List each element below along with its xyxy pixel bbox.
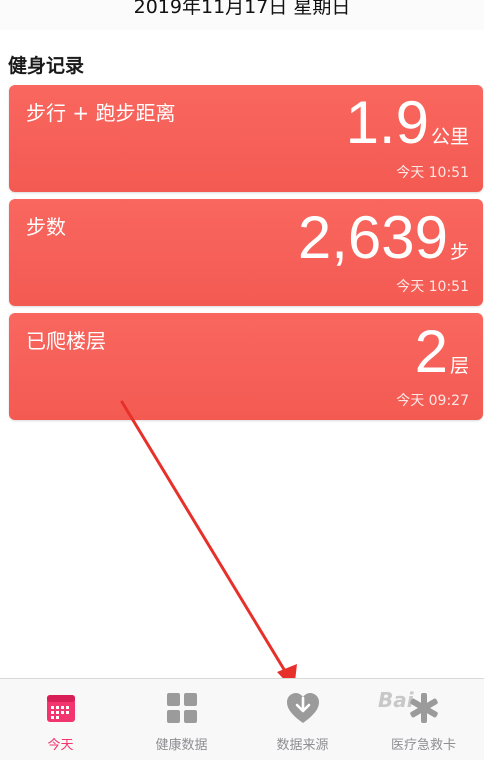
card-value-group: 2,639 步	[298, 208, 469, 268]
tab-bar: 今天 健康数据 数据来源 医疗急救卡	[0, 678, 484, 760]
card-value: 1.9	[345, 89, 429, 156]
card-unit: 步	[449, 241, 469, 263]
card-time: 今天 10:51	[396, 165, 469, 181]
steps-card[interactable]: 步数 2,639 步 今天 10:51	[9, 199, 483, 306]
card-time: 今天 10:51	[396, 279, 469, 295]
tab-medical-id[interactable]: 医疗急救卡	[363, 679, 484, 760]
card-value: 2	[414, 318, 448, 385]
tab-today[interactable]: 今天	[0, 679, 121, 760]
download-heart-icon	[286, 691, 320, 725]
tab-label: 数据来源	[276, 738, 329, 753]
card-value-group: 2 层	[415, 322, 469, 382]
date-text: 2019年11月17日 星期日	[133, 0, 351, 18]
tab-data-sources[interactable]: 数据来源	[242, 679, 363, 760]
card-label: 步数	[26, 215, 66, 239]
section-title: 健身记录	[8, 55, 85, 77]
card-label: 已爬楼层	[26, 329, 106, 353]
floors-card[interactable]: 已爬楼层 2 层 今天 09:27	[9, 313, 483, 420]
asterisk-icon	[407, 691, 441, 725]
card-time: 今天 09:27	[396, 393, 469, 409]
card-value: 2,639	[297, 204, 448, 271]
tab-label: 医疗急救卡	[390, 738, 456, 753]
date-header: 2019年11月17日 星期日	[0, 0, 484, 30]
distance-card[interactable]: 步行 + 跑步距离 1.9 公里 今天 10:51	[9, 85, 483, 192]
card-unit: 公里	[430, 126, 469, 148]
tab-health-data[interactable]: 健康数据	[121, 679, 242, 760]
card-label: 步行 + 跑步距离	[26, 101, 176, 125]
grid-icon	[165, 691, 199, 725]
card-unit: 层	[449, 355, 469, 377]
tab-label: 今天	[47, 738, 74, 753]
card-value-group: 1.9 公里	[346, 93, 469, 153]
tab-label: 健康数据	[155, 738, 208, 753]
calendar-icon	[44, 691, 78, 725]
